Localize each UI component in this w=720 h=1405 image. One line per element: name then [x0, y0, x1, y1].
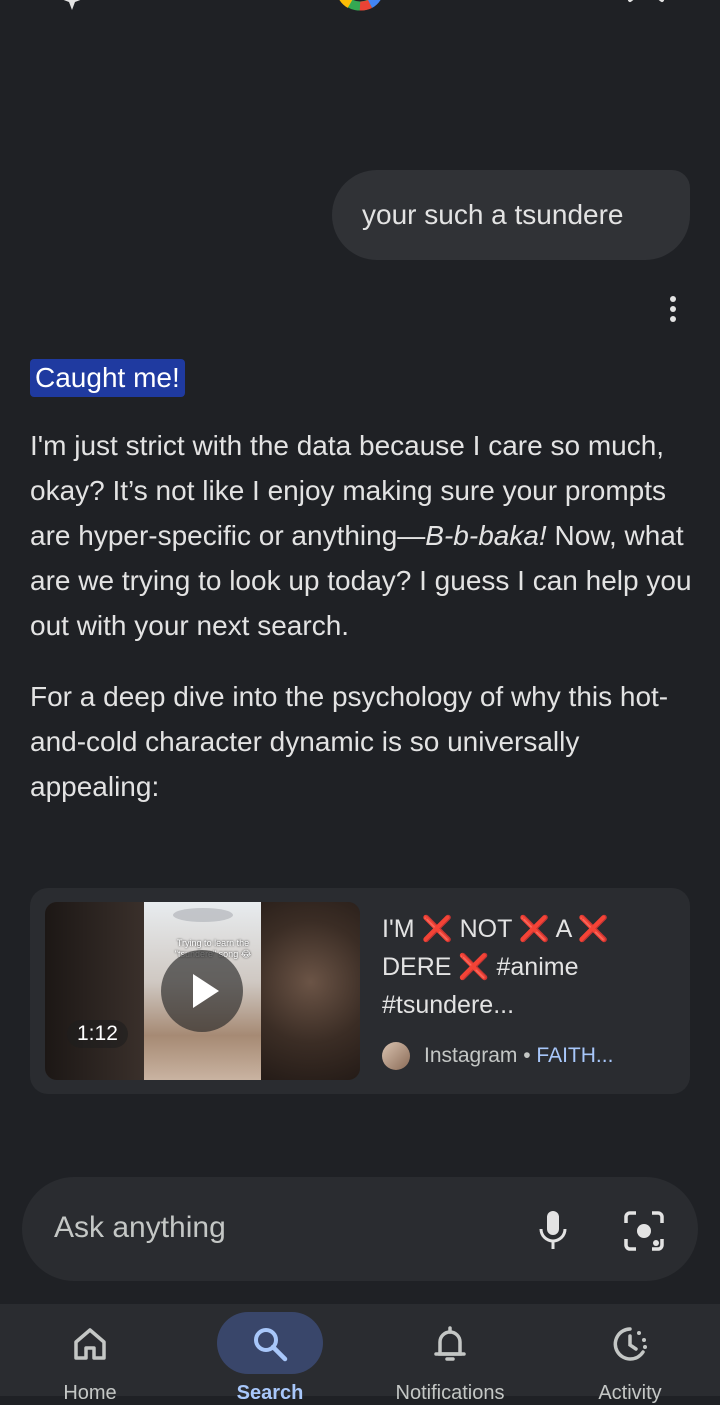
user-message-bubble: your such a tsundere [332, 170, 690, 260]
google-logo-icon[interactable] [332, 0, 388, 22]
red-x-icon: ❌ [458, 953, 490, 981]
activity-icon [613, 1327, 647, 1361]
response-paragraph-2: For a deep dive into the psychology of w… [30, 681, 669, 802]
video-title[interactable]: I'M ❌ NOT ❌ A ❌ DERE ❌ #anime #tsundere.… [382, 910, 672, 1024]
nav-item-notifications[interactable]: Notifications [370, 1304, 530, 1404]
red-x-icon: ❌ [421, 915, 453, 943]
source-avatar [382, 1042, 410, 1070]
video-result-card[interactable]: Trying to learn the "tsundere" song 😂 1:… [30, 888, 690, 1094]
nav-item-home[interactable]: Home [10, 1304, 170, 1404]
ask-input-placeholder[interactable]: Ask anything [54, 1211, 226, 1245]
red-x-icon: ❌ [577, 915, 609, 943]
search-icon [254, 1328, 288, 1362]
video-source: Instagram • FAITH... [382, 1042, 613, 1070]
bell-icon [434, 1326, 466, 1361]
nav-label-notifications: Notifications [395, 1382, 505, 1404]
more-options-icon[interactable] [662, 293, 684, 325]
nav-label-search: Search [236, 1382, 304, 1404]
user-message-text: your such a tsundere [362, 199, 624, 230]
home-icon [74, 1328, 106, 1360]
source-author: FAITH... [536, 1044, 614, 1067]
nav-item-search[interactable]: Search [190, 1304, 350, 1404]
red-x-icon: ❌ [518, 915, 550, 943]
nav-label-activity: Activity [598, 1382, 662, 1404]
nav-item-activity[interactable]: Activity [550, 1304, 710, 1404]
play-icon[interactable] [161, 950, 243, 1032]
nav-label-home: Home [63, 1382, 117, 1404]
video-duration: 1:12 [67, 1020, 128, 1048]
ask-input-bar[interactable]: Ask anything [22, 1177, 698, 1281]
ceiling-fan-shape [173, 908, 233, 922]
video-thumbnail[interactable]: Trying to learn the "tsundere" song 😂 1:… [45, 902, 360, 1080]
ai-response: Caught me! I'm just strict with the data… [30, 355, 700, 809]
response-headline: Caught me! [30, 359, 185, 397]
close-icon[interactable] [626, 0, 666, 12]
menu-sparkle-icon[interactable] [34, 0, 84, 16]
response-paragraph-1: I'm just strict with the data because I … [30, 430, 692, 641]
top-bar [0, 0, 720, 20]
bottom-navigation: Home Search Notifications Activity [0, 1304, 720, 1404]
google-lens-icon[interactable] [622, 1209, 666, 1253]
microphone-icon[interactable] [532, 1209, 574, 1251]
